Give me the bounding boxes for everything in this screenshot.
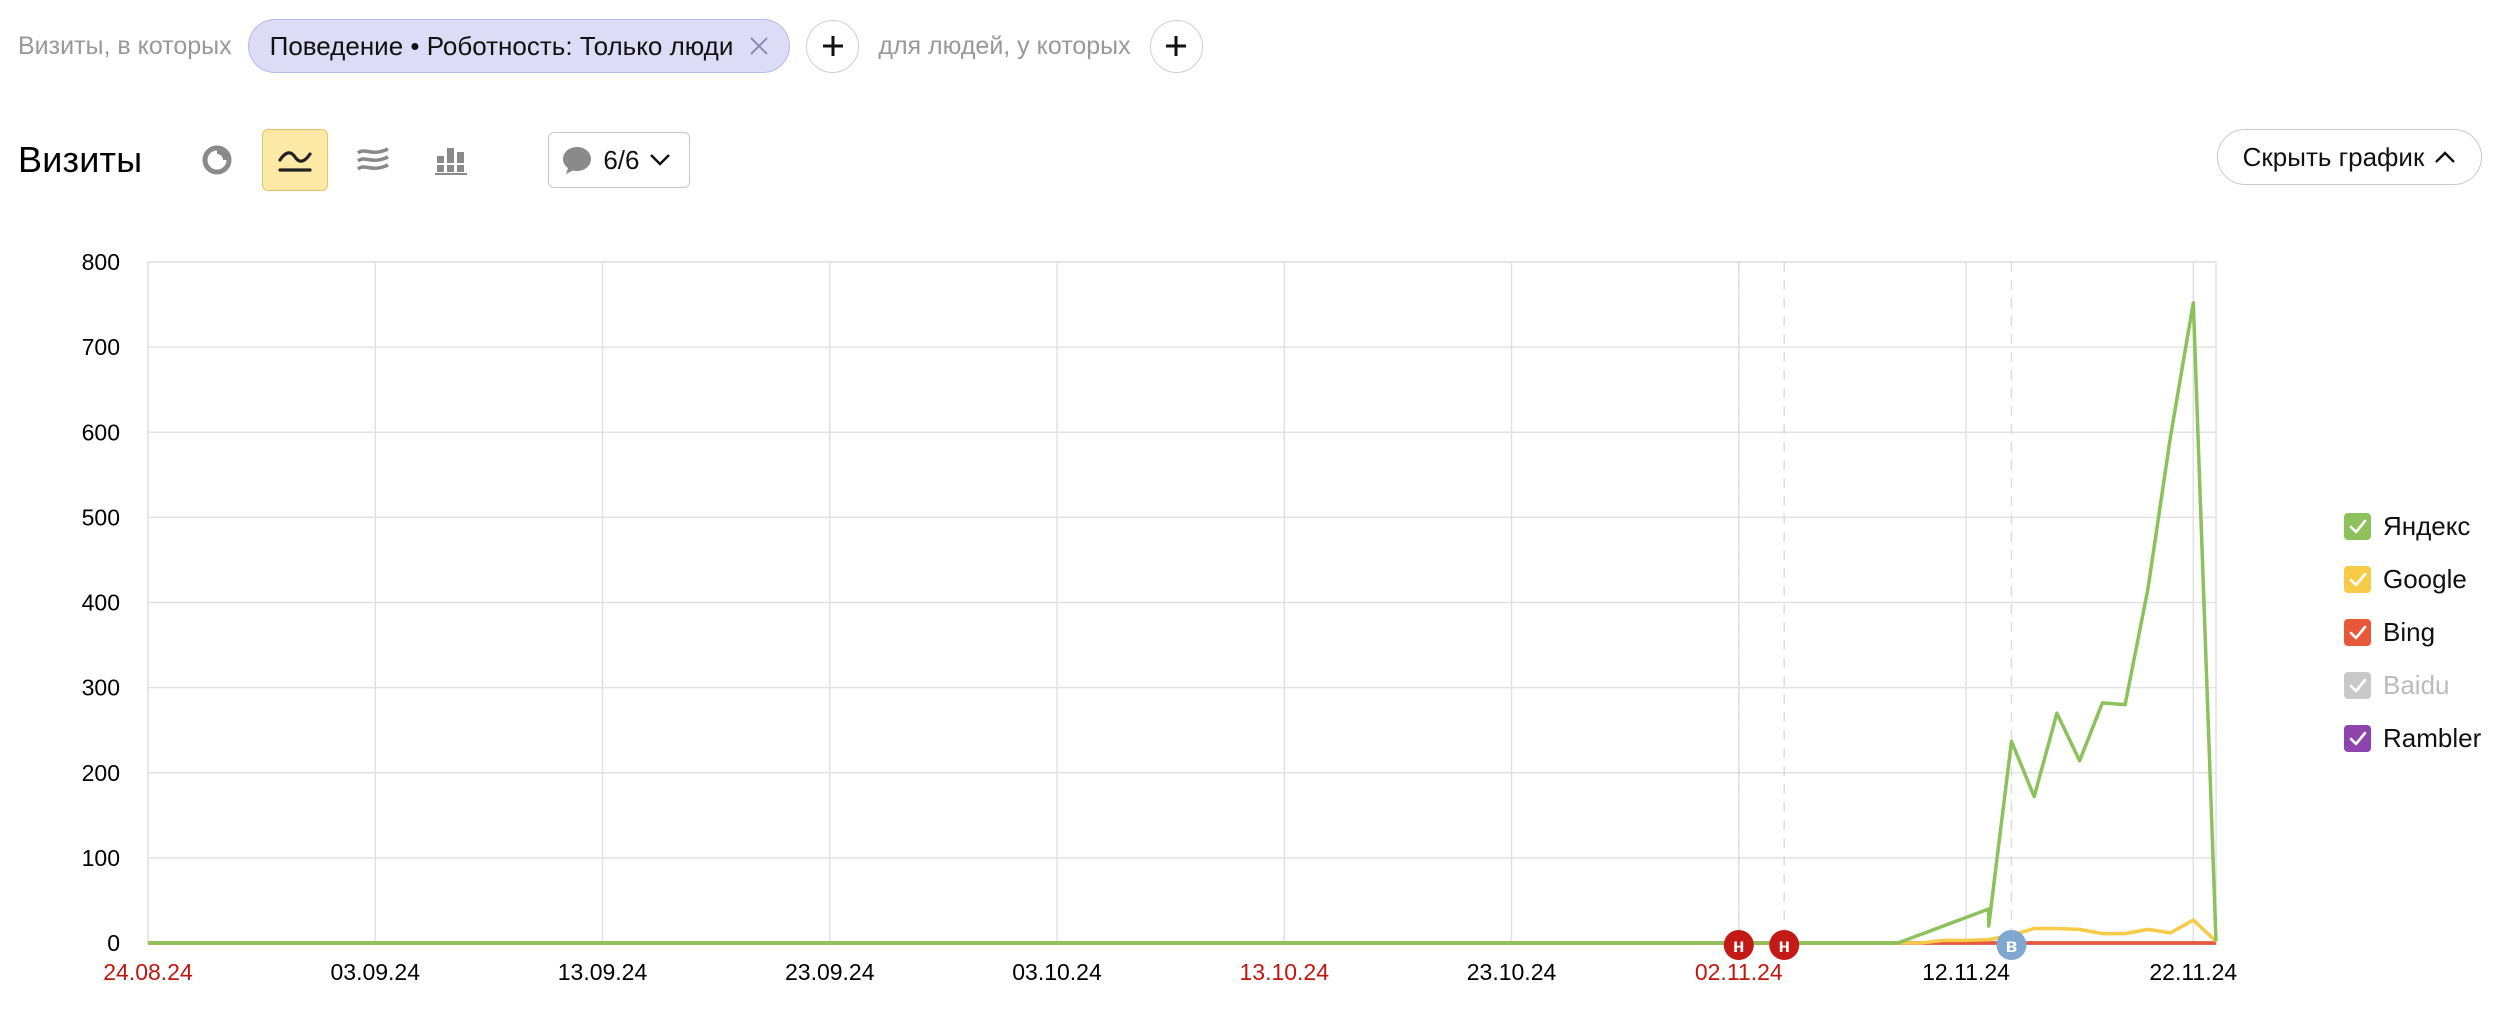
legend-label: Google [2383, 564, 2467, 594]
legend-label: Rambler [2383, 723, 2482, 753]
checkbox-icon[interactable] [2344, 725, 2371, 752]
legend-label: Bing [2383, 617, 2436, 647]
y-tick-label: 300 [82, 675, 120, 701]
x-tick-label: 13.09.24 [558, 959, 648, 985]
x-tick-label: 03.10.24 [1012, 959, 1102, 985]
chart-legend: Яндекс Google Bing Baidu Rambler [2344, 500, 2481, 765]
y-tick-label: 700 [82, 334, 120, 360]
y-tick-label: 400 [82, 590, 120, 616]
annotation-marker-letter: в [2006, 936, 2018, 957]
x-tick-label: 24.08.24 [103, 959, 193, 985]
x-tick-label: 12.11.24 [1922, 959, 2010, 985]
checkbox-icon[interactable] [2344, 566, 2371, 593]
x-tick-label: 13.10.24 [1239, 959, 1329, 985]
legend-label: Яндекс [2383, 511, 2471, 541]
x-tick-label: 23.09.24 [785, 959, 875, 985]
x-tick-label: 03.09.24 [330, 959, 420, 985]
legend-item[interactable]: Baidu [2344, 659, 2481, 712]
checkbox-icon[interactable] [2344, 672, 2371, 699]
checkbox-icon[interactable] [2344, 513, 2371, 540]
x-tick-label: 23.10.24 [1467, 959, 1557, 985]
legend-label: Baidu [2383, 670, 2450, 700]
legend-item[interactable]: Google [2344, 553, 2481, 606]
visits-line-chart: 0 100 200 300 400 500 600 700 800 24.08.24 03.09.2… [82, 249, 2238, 985]
x-tick-label: 02.11.24 [1695, 959, 1783, 985]
y-tick-label: 500 [82, 504, 120, 530]
x-tick-label: 22.11.24 [2149, 959, 2237, 985]
series-line-Яндекс [148, 301, 2218, 945]
legend-item[interactable]: Rambler [2344, 712, 2481, 765]
annotation-marker-letter: н [1733, 936, 1744, 957]
legend-item[interactable]: Яндекс [2344, 500, 2481, 553]
annotation-marker-letter: н [1778, 936, 1789, 957]
y-tick-label: 100 [82, 845, 120, 871]
y-tick-label: 0 [107, 930, 120, 956]
y-tick-label: 800 [82, 249, 120, 275]
y-tick-label: 600 [82, 419, 120, 445]
checkbox-icon[interactable] [2344, 619, 2371, 646]
y-tick-label: 200 [82, 760, 120, 786]
legend-item[interactable]: Bing [2344, 606, 2481, 659]
